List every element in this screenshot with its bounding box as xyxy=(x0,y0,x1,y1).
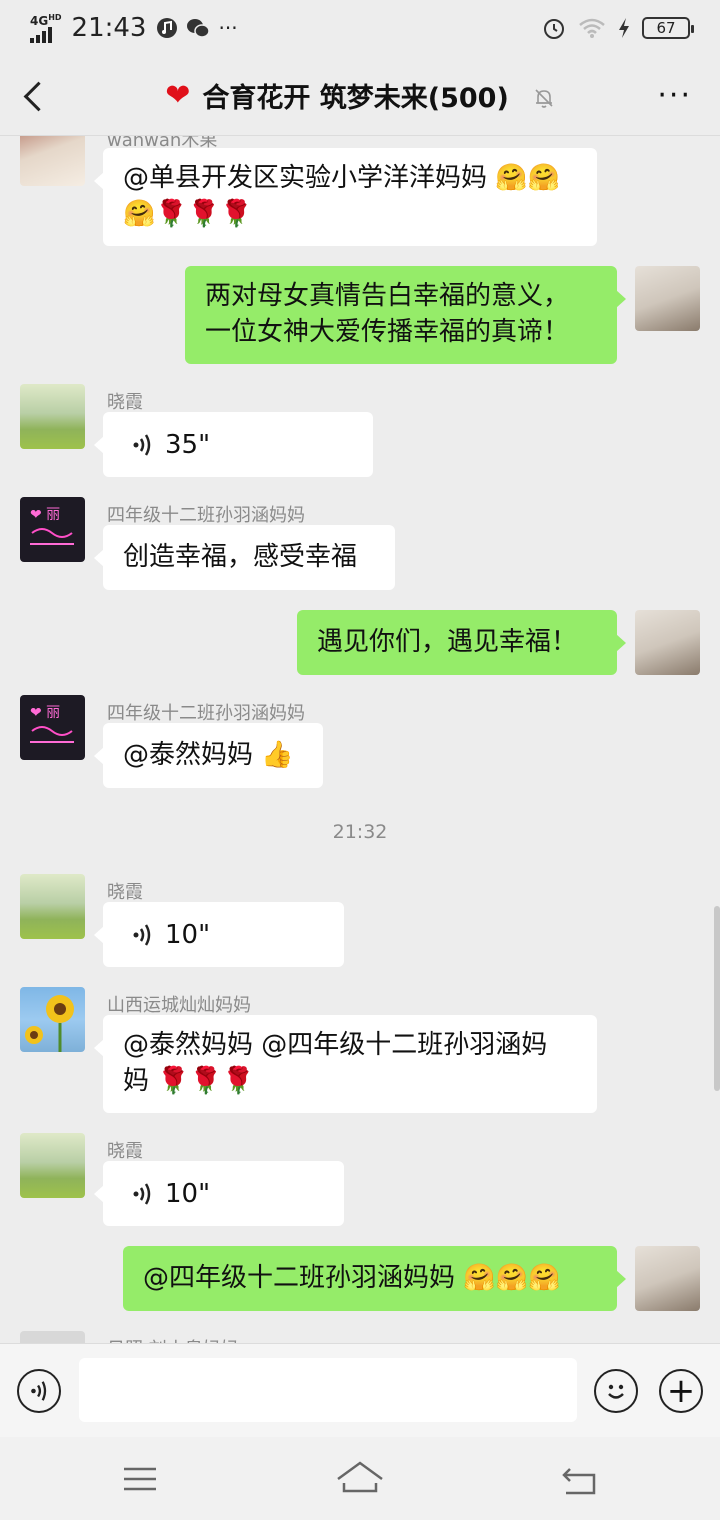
message-bubble[interactable]: @泰然妈妈 👍 xyxy=(94,723,323,788)
avatar[interactable] xyxy=(20,987,85,1052)
avatar[interactable] xyxy=(20,384,85,449)
message-text: 创造幸福，感受幸福 xyxy=(123,542,358,572)
sender-name: 四年级十二班孙羽涵妈妈 xyxy=(107,505,305,526)
back-arrow-icon[interactable] xyxy=(20,78,50,114)
network-label: 4GHD xyxy=(30,12,62,28)
message-text: @泰然妈妈 @四年级十二班孙羽涵妈 xyxy=(123,1030,548,1060)
voice-input-button[interactable] xyxy=(17,1369,61,1413)
voice-message[interactable]: 10" xyxy=(94,1161,344,1226)
voice-duration: 10" xyxy=(165,1178,211,1209)
more-notifications-icon: ··· xyxy=(218,16,238,40)
chat-header: ❤ 合育花开 筑梦未来(500) ··· xyxy=(0,56,720,136)
voice-duration: 35" xyxy=(165,429,211,460)
message-bubble[interactable]: @单县开发区实验小学洋洋妈妈 🤗🤗 🤗🌹🌹🌹 xyxy=(94,148,597,246)
heart-icon: ❤ xyxy=(165,78,191,113)
voice-wave-icon xyxy=(133,1182,151,1205)
avatar[interactable] xyxy=(20,1331,85,1343)
chat-area[interactable]: wanwan木果 @单县开发区实验小学洋洋妈妈 🤗🤗 🤗🌹🌹🌹 两对母女真情告白… xyxy=(0,136,720,1343)
message-bubble[interactable]: 两对母女真情告白幸福的意义， 一位女神大爱传播幸福的真谛！ xyxy=(185,266,626,364)
clock: 21:43 xyxy=(71,13,147,43)
neon-sign-icon: ❤ 丽 xyxy=(30,507,74,545)
music-icon xyxy=(157,18,178,38)
battery-level: 67 xyxy=(656,19,676,37)
system-nav-bar xyxy=(0,1437,720,1520)
voice-duration: 10" xyxy=(165,919,211,950)
avatar[interactable] xyxy=(20,874,85,939)
sender-name: 日照 刘小泉妈妈 xyxy=(107,1335,239,1343)
voice-icon xyxy=(31,1381,47,1401)
signal-icon xyxy=(30,26,62,43)
plus-icon: + xyxy=(666,1371,696,1411)
input-bar: + xyxy=(0,1343,720,1437)
wifi-icon xyxy=(579,18,605,38)
network-hd: HD xyxy=(48,12,62,22)
message-text: 两对母女真情告白幸福的意义， xyxy=(205,281,570,311)
voice-wave-icon xyxy=(133,433,151,456)
message-text: @四年级十二班孙羽涵妈妈 🤗🤗🤗 xyxy=(143,1263,561,1293)
network-indicator: 4GHD xyxy=(30,12,62,43)
sender-name: 山西运城灿灿妈妈 xyxy=(107,995,251,1016)
back-icon[interactable] xyxy=(560,1459,600,1499)
avatar[interactable] xyxy=(635,266,700,331)
message-bubble[interactable]: @泰然妈妈 @四年级十二班孙羽涵妈 妈 🌹🌹🌹 xyxy=(94,1015,597,1113)
emoji-button[interactable] xyxy=(594,1369,638,1413)
notification-icons: ··· xyxy=(156,16,238,40)
voice-wave-icon xyxy=(133,923,151,946)
svg-text:❤ 丽: ❤ 丽 xyxy=(30,705,60,721)
charging-icon xyxy=(619,18,629,38)
group-name: 合育花开 筑梦未来(500) xyxy=(202,83,509,114)
avatar[interactable] xyxy=(20,136,85,186)
message-text: @泰然妈妈 👍 xyxy=(123,740,294,770)
mute-bell-icon xyxy=(533,85,555,108)
avatar[interactable] xyxy=(635,1246,700,1311)
avatar[interactable] xyxy=(20,1133,85,1198)
status-bar: 4GHD 21:43 ··· 67 xyxy=(0,0,720,56)
sender-name: 晓霞 xyxy=(107,392,143,413)
message-text-line2: 一位女神大爱传播幸福的真谛！ xyxy=(205,317,570,347)
message-bubble[interactable]: @四年级十二班孙羽涵妈妈 🤗🤗🤗 xyxy=(123,1246,626,1311)
message-text: 遇见你们，遇见幸福！ xyxy=(317,627,578,657)
network-type: 4G xyxy=(30,13,49,28)
wechat-icon xyxy=(187,19,211,38)
status-right: 67 xyxy=(542,16,694,40)
sunflower-icon xyxy=(25,995,74,1052)
message-text-line2: 🤗🌹🌹🌹 xyxy=(123,199,253,229)
scrollbar[interactable] xyxy=(714,906,720,1091)
message-bubble[interactable]: 遇见你们，遇见幸福！ xyxy=(297,610,626,675)
sender-name: 晓霞 xyxy=(107,1141,143,1162)
battery-icon: 67 xyxy=(642,17,694,39)
sender-name: 四年级十二班孙羽涵妈妈 xyxy=(107,703,305,724)
avatar[interactable]: ❤ 丽 xyxy=(20,695,85,760)
message-input[interactable] xyxy=(79,1358,577,1422)
chat-title: ❤ 合育花开 筑梦未来(500) xyxy=(165,76,555,115)
message-bubble[interactable]: 创造幸福，感受幸福 xyxy=(94,525,395,590)
status-left: 4GHD 21:43 ··· xyxy=(30,13,238,43)
plus-button[interactable]: + xyxy=(659,1369,703,1413)
time-separator: 21:32 xyxy=(332,821,388,843)
alarm-icon xyxy=(544,19,564,39)
menu-icon[interactable] xyxy=(120,1459,160,1499)
emoji-icon xyxy=(608,1384,624,1399)
message-text-line2: 妈 🌹🌹🌹 xyxy=(123,1066,255,1096)
sender-name: 晓霞 xyxy=(107,882,143,903)
voice-message[interactable]: 35" xyxy=(94,412,373,477)
message-text: @单县开发区实验小学洋洋妈妈 🤗🤗 xyxy=(123,163,561,193)
avatar[interactable] xyxy=(635,610,700,675)
more-icon[interactable]: ··· xyxy=(657,81,692,111)
voice-message[interactable]: 10" xyxy=(94,902,344,967)
svg-text:❤ 丽: ❤ 丽 xyxy=(30,507,60,523)
home-icon[interactable] xyxy=(336,1459,384,1499)
avatar[interactable]: ❤ 丽 xyxy=(20,497,85,562)
neon-sign-icon: ❤ 丽 xyxy=(30,705,74,743)
